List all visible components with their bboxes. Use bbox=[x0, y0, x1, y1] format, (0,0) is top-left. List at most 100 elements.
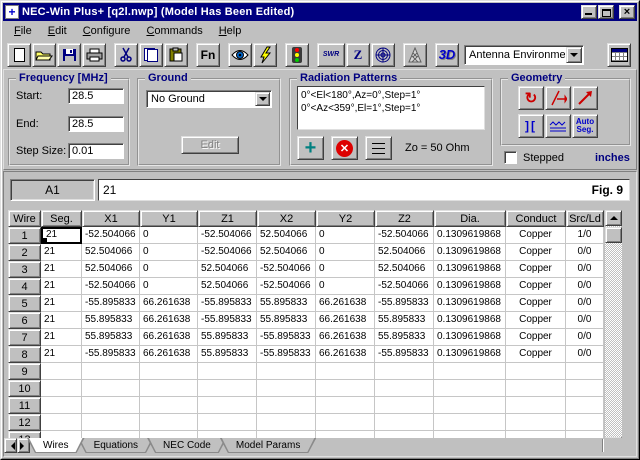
column-header[interactable]: Dia. bbox=[434, 210, 506, 227]
vertical-scrollbar[interactable] bbox=[605, 210, 622, 453]
cell[interactable]: 21 bbox=[41, 329, 82, 346]
swr-plot-button[interactable]: SWR bbox=[317, 43, 345, 67]
cell[interactable]: 0/0 bbox=[566, 346, 604, 363]
cell[interactable] bbox=[198, 414, 257, 431]
cell[interactable]: 0.1309619868 bbox=[434, 278, 506, 295]
cell[interactable]: 0.1309619868 bbox=[434, 244, 506, 261]
tab-nec-code[interactable]: NEC Code bbox=[147, 438, 227, 453]
spreadsheet-button[interactable] bbox=[607, 43, 631, 67]
open-file-button[interactable] bbox=[32, 43, 56, 67]
cell[interactable]: 52.504066 bbox=[82, 244, 140, 261]
row-header[interactable]: 7 bbox=[8, 329, 41, 346]
cell[interactable] bbox=[566, 397, 604, 414]
cell[interactable] bbox=[506, 414, 566, 431]
cell[interactable] bbox=[41, 414, 82, 431]
view-button[interactable] bbox=[228, 43, 252, 67]
menu-help[interactable]: Help bbox=[212, 23, 249, 39]
close-button[interactable]: × bbox=[619, 5, 635, 19]
cell[interactable] bbox=[316, 363, 375, 380]
step-size-input[interactable]: 0.01 bbox=[68, 143, 124, 159]
list-patterns-button[interactable] bbox=[365, 136, 392, 160]
cell[interactable]: Copper bbox=[506, 244, 566, 261]
save-button[interactable] bbox=[57, 43, 81, 67]
cell[interactable]: -55.895833 bbox=[375, 346, 434, 363]
cell[interactable] bbox=[140, 397, 198, 414]
cell[interactable] bbox=[316, 431, 375, 438]
delete-pattern-button[interactable]: ✕ bbox=[331, 136, 358, 160]
cell[interactable] bbox=[82, 431, 140, 438]
cell[interactable]: 0/0 bbox=[566, 295, 604, 312]
cell[interactable] bbox=[82, 380, 140, 397]
cell[interactable]: 0 bbox=[316, 261, 375, 278]
cell[interactable]: 55.895833 bbox=[257, 295, 316, 312]
cell[interactable]: 0.1309619868 bbox=[434, 346, 506, 363]
cell[interactable]: 0/0 bbox=[566, 312, 604, 329]
run-button[interactable] bbox=[253, 43, 277, 67]
cell[interactable]: 66.261638 bbox=[140, 346, 198, 363]
threed-view-button[interactable]: 3D bbox=[435, 43, 459, 67]
row-header[interactable]: 13 bbox=[8, 431, 41, 438]
cell[interactable]: 66.261638 bbox=[140, 295, 198, 312]
cell[interactable]: 55.895833 bbox=[257, 312, 316, 329]
cell[interactable]: 52.504066 bbox=[375, 261, 434, 278]
cell[interactable]: Copper bbox=[506, 261, 566, 278]
cell[interactable]: -55.895833 bbox=[198, 295, 257, 312]
cell[interactable] bbox=[198, 363, 257, 380]
app-icon[interactable]: + bbox=[5, 5, 19, 19]
new-file-button[interactable] bbox=[7, 43, 31, 67]
cell[interactable] bbox=[375, 380, 434, 397]
scale-wire-button[interactable] bbox=[572, 86, 598, 110]
cell[interactable]: 52.504066 bbox=[257, 227, 316, 244]
cell[interactable] bbox=[41, 363, 82, 380]
column-header[interactable]: Wire bbox=[8, 210, 41, 227]
scrollbar-thumb[interactable] bbox=[605, 227, 622, 243]
row-header[interactable]: 11 bbox=[8, 397, 41, 414]
cell[interactable] bbox=[140, 380, 198, 397]
print-button[interactable] bbox=[82, 43, 106, 67]
row-header[interactable]: 2 bbox=[8, 244, 41, 261]
tabs-scroll-right-button[interactable] bbox=[17, 438, 30, 453]
cell[interactable] bbox=[140, 414, 198, 431]
cell[interactable] bbox=[257, 397, 316, 414]
cell[interactable]: 0/0 bbox=[566, 278, 604, 295]
tab-model-params[interactable]: Model Params bbox=[220, 438, 316, 453]
cell[interactable]: -55.895833 bbox=[257, 346, 316, 363]
cell[interactable]: Copper bbox=[506, 278, 566, 295]
ground-edit-button[interactable]: Edit bbox=[181, 136, 239, 154]
cell[interactable] bbox=[506, 363, 566, 380]
cell[interactable] bbox=[198, 397, 257, 414]
cell[interactable] bbox=[257, 380, 316, 397]
cell[interactable]: -52.504066 bbox=[257, 278, 316, 295]
rotate-wire-button[interactable]: ↻ bbox=[518, 86, 544, 110]
cell[interactable]: 55.895833 bbox=[375, 312, 434, 329]
row-header[interactable]: 8 bbox=[8, 346, 41, 363]
cell[interactable] bbox=[140, 363, 198, 380]
row-header[interactable]: 6 bbox=[8, 312, 41, 329]
tabs-scroll-left-button[interactable] bbox=[4, 438, 17, 453]
cell[interactable]: 21 bbox=[41, 312, 82, 329]
cell[interactable] bbox=[506, 380, 566, 397]
cell[interactable]: 0 bbox=[140, 244, 198, 261]
minimize-button[interactable] bbox=[581, 5, 597, 19]
end-frequency-input[interactable]: 28.5 bbox=[68, 116, 124, 132]
cell[interactable]: -52.504066 bbox=[375, 278, 434, 295]
antenna-view-button[interactable] bbox=[403, 43, 427, 67]
row-header[interactable]: 3 bbox=[8, 261, 41, 278]
cell[interactable]: 0.1309619868 bbox=[434, 329, 506, 346]
cell[interactable] bbox=[566, 380, 604, 397]
cell[interactable]: 55.895833 bbox=[82, 312, 140, 329]
cell[interactable]: -52.504066 bbox=[82, 278, 140, 295]
cell[interactable] bbox=[41, 397, 82, 414]
radiation-pattern-list[interactable]: 0°<El<180°,Az=0°,Step=1° 0°<Az<359°,El=1… bbox=[297, 86, 485, 130]
cell[interactable] bbox=[41, 380, 82, 397]
cell[interactable] bbox=[41, 431, 82, 438]
cell[interactable]: -52.504066 bbox=[375, 227, 434, 244]
cell[interactable]: 0.1309619868 bbox=[434, 227, 506, 244]
cell[interactable] bbox=[375, 431, 434, 438]
column-header[interactable]: X1 bbox=[82, 210, 140, 227]
wire-segments-button[interactable] bbox=[545, 114, 571, 138]
cell[interactable]: -55.895833 bbox=[257, 329, 316, 346]
cell[interactable]: 0 bbox=[316, 227, 375, 244]
cell[interactable] bbox=[434, 397, 506, 414]
paste-button[interactable] bbox=[164, 43, 188, 67]
